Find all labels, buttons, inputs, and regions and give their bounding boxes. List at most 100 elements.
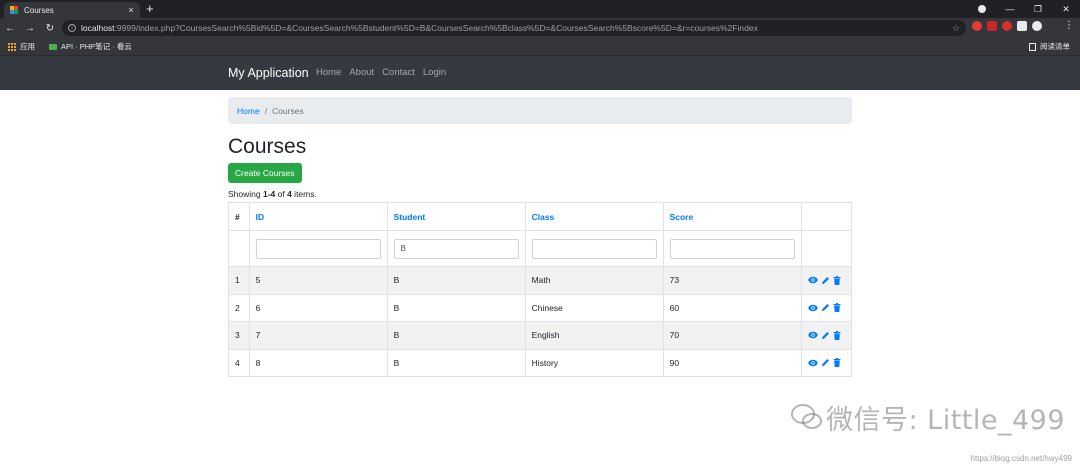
delete-icon[interactable] [833, 358, 841, 368]
row-actions [807, 330, 845, 340]
sort-class-link[interactable]: Class [532, 212, 555, 222]
cell-id: 8 [248, 348, 388, 377]
restore-icon[interactable]: ❐ [1024, 4, 1052, 15]
browser-tab[interactable]: Courses × [4, 2, 140, 18]
edit-icon[interactable] [821, 276, 830, 285]
browser-tab-bar: Courses × + — ❐ ✕ [0, 0, 1080, 18]
filter-class-input[interactable] [531, 238, 657, 259]
nav-about[interactable]: About [349, 63, 374, 83]
reading-list-icon [1029, 42, 1036, 51]
back-icon[interactable]: ← [0, 23, 20, 34]
courses-table: # ID Student Class Score B 1 5 B Math 73 2 6 B C… [228, 202, 853, 377]
sort-id-link[interactable]: ID [256, 212, 265, 222]
wechat-watermark: 微信号: Little_499 [826, 405, 1066, 436]
bookmark-api[interactable]: API · PHP笔记 · 看云 [49, 41, 132, 52]
filter-cell-student: B [386, 230, 526, 267]
create-courses-button[interactable]: Create Courses [228, 163, 302, 183]
edit-icon[interactable] [821, 303, 830, 312]
cell-student: B [386, 321, 526, 350]
delete-icon[interactable] [833, 330, 841, 340]
column-header-number: # [228, 202, 250, 231]
tab-close-icon[interactable]: × [125, 5, 137, 15]
filter-student-input[interactable]: B [393, 238, 519, 259]
app-navbar: My Application Home About Contact Login [0, 56, 1080, 90]
breadcrumb-separator: / [264, 105, 268, 116]
delete-icon[interactable] [833, 303, 841, 313]
close-window-icon[interactable]: ✕ [1052, 4, 1080, 15]
summary-range: 1-4 [262, 189, 276, 199]
row-actions [807, 275, 845, 285]
cell-score: 90 [662, 348, 802, 377]
cell-student: B [386, 348, 526, 377]
cell-actions [800, 293, 853, 322]
new-tab-button[interactable]: + [146, 1, 154, 17]
sort-student-link[interactable]: Student [394, 212, 426, 222]
bookmark-label: API · PHP笔记 · 看云 [61, 42, 132, 51]
edit-icon[interactable] [821, 358, 830, 367]
filter-cell-id [248, 230, 388, 267]
view-icon[interactable] [807, 331, 818, 339]
brand-link[interactable]: My Application [228, 63, 309, 83]
browser-toolbar: ← → ↻ i localhost :9999/index.php?Course… [0, 18, 1080, 38]
filter-cell-actions [800, 230, 853, 267]
reading-list-label: 阅读清单 [1040, 42, 1070, 51]
cell-id: 7 [248, 321, 388, 350]
view-icon[interactable] [807, 276, 818, 284]
breadcrumb-home[interactable]: Home [237, 106, 260, 116]
reading-list[interactable]: 阅读清单 [1029, 41, 1070, 52]
forward-icon[interactable]: → [20, 23, 40, 34]
cell-class: History [524, 348, 664, 377]
edit-icon[interactable] [821, 331, 830, 340]
table-row: 2 6 B Chinese 60 [228, 293, 853, 322]
cell-number: 1 [228, 266, 250, 295]
nav-links: Home About Contact Login [316, 63, 446, 83]
bookmark-apps[interactable]: 应用 [20, 41, 35, 52]
more-menu-icon[interactable]: ⋮ [1064, 20, 1074, 31]
result-summary: Showing 1-4 of 4 items. [228, 189, 852, 199]
filter-score-input[interactable] [669, 238, 795, 259]
sort-score-link[interactable]: Score [670, 212, 694, 222]
minimize-icon[interactable]: — [996, 4, 1024, 14]
profile-icon[interactable] [1032, 21, 1042, 31]
cell-number: 4 [228, 348, 250, 377]
address-bar[interactable]: i localhost :9999/index.php?CoursesSearc… [62, 20, 966, 36]
breadcrumb: Home / Courses [228, 97, 852, 124]
column-header-score[interactable]: Score [662, 202, 802, 231]
cell-id: 5 [248, 266, 388, 295]
csdn-credit: https://blog.csdn.net/hwy499 [970, 454, 1072, 463]
url-host: localhost [81, 23, 115, 33]
apps-grid-icon [8, 42, 16, 51]
delete-icon[interactable] [833, 275, 841, 285]
extension-video-icon[interactable] [987, 21, 997, 31]
info-icon[interactable]: i [68, 24, 76, 32]
bookmark-star-icon[interactable]: ☆ [952, 23, 960, 34]
cell-student: B [386, 266, 526, 295]
column-header-class[interactable]: Class [524, 202, 664, 231]
nav-login[interactable]: Login [423, 63, 446, 83]
column-header-id[interactable]: ID [248, 202, 388, 231]
cell-class: English [524, 321, 664, 350]
cell-number: 3 [228, 321, 250, 350]
cell-number: 2 [228, 293, 250, 322]
table-header-row: # ID Student Class Score [228, 202, 853, 231]
nav-home[interactable]: Home [316, 63, 341, 83]
view-icon[interactable] [807, 304, 818, 312]
record-icon[interactable] [978, 5, 986, 13]
extensions-puzzle-icon[interactable] [1017, 21, 1027, 31]
adblock-icon[interactable] [1002, 21, 1012, 31]
filter-id-input[interactable] [255, 238, 381, 259]
cell-class: Math [524, 266, 664, 295]
wechat-icon [791, 404, 822, 429]
window-controls: — ❐ ✕ [968, 0, 1080, 18]
extension-red-icon[interactable] [972, 21, 982, 31]
cell-actions [800, 266, 853, 295]
column-header-actions [800, 202, 853, 231]
reload-icon[interactable]: ↻ [40, 23, 60, 34]
cell-score: 73 [662, 266, 802, 295]
filter-cell-class [524, 230, 664, 267]
column-header-student[interactable]: Student [386, 202, 526, 231]
nav-contact[interactable]: Contact [382, 63, 415, 83]
filter-cell-empty [228, 230, 250, 267]
cell-actions [800, 321, 853, 350]
view-icon[interactable] [807, 359, 818, 367]
